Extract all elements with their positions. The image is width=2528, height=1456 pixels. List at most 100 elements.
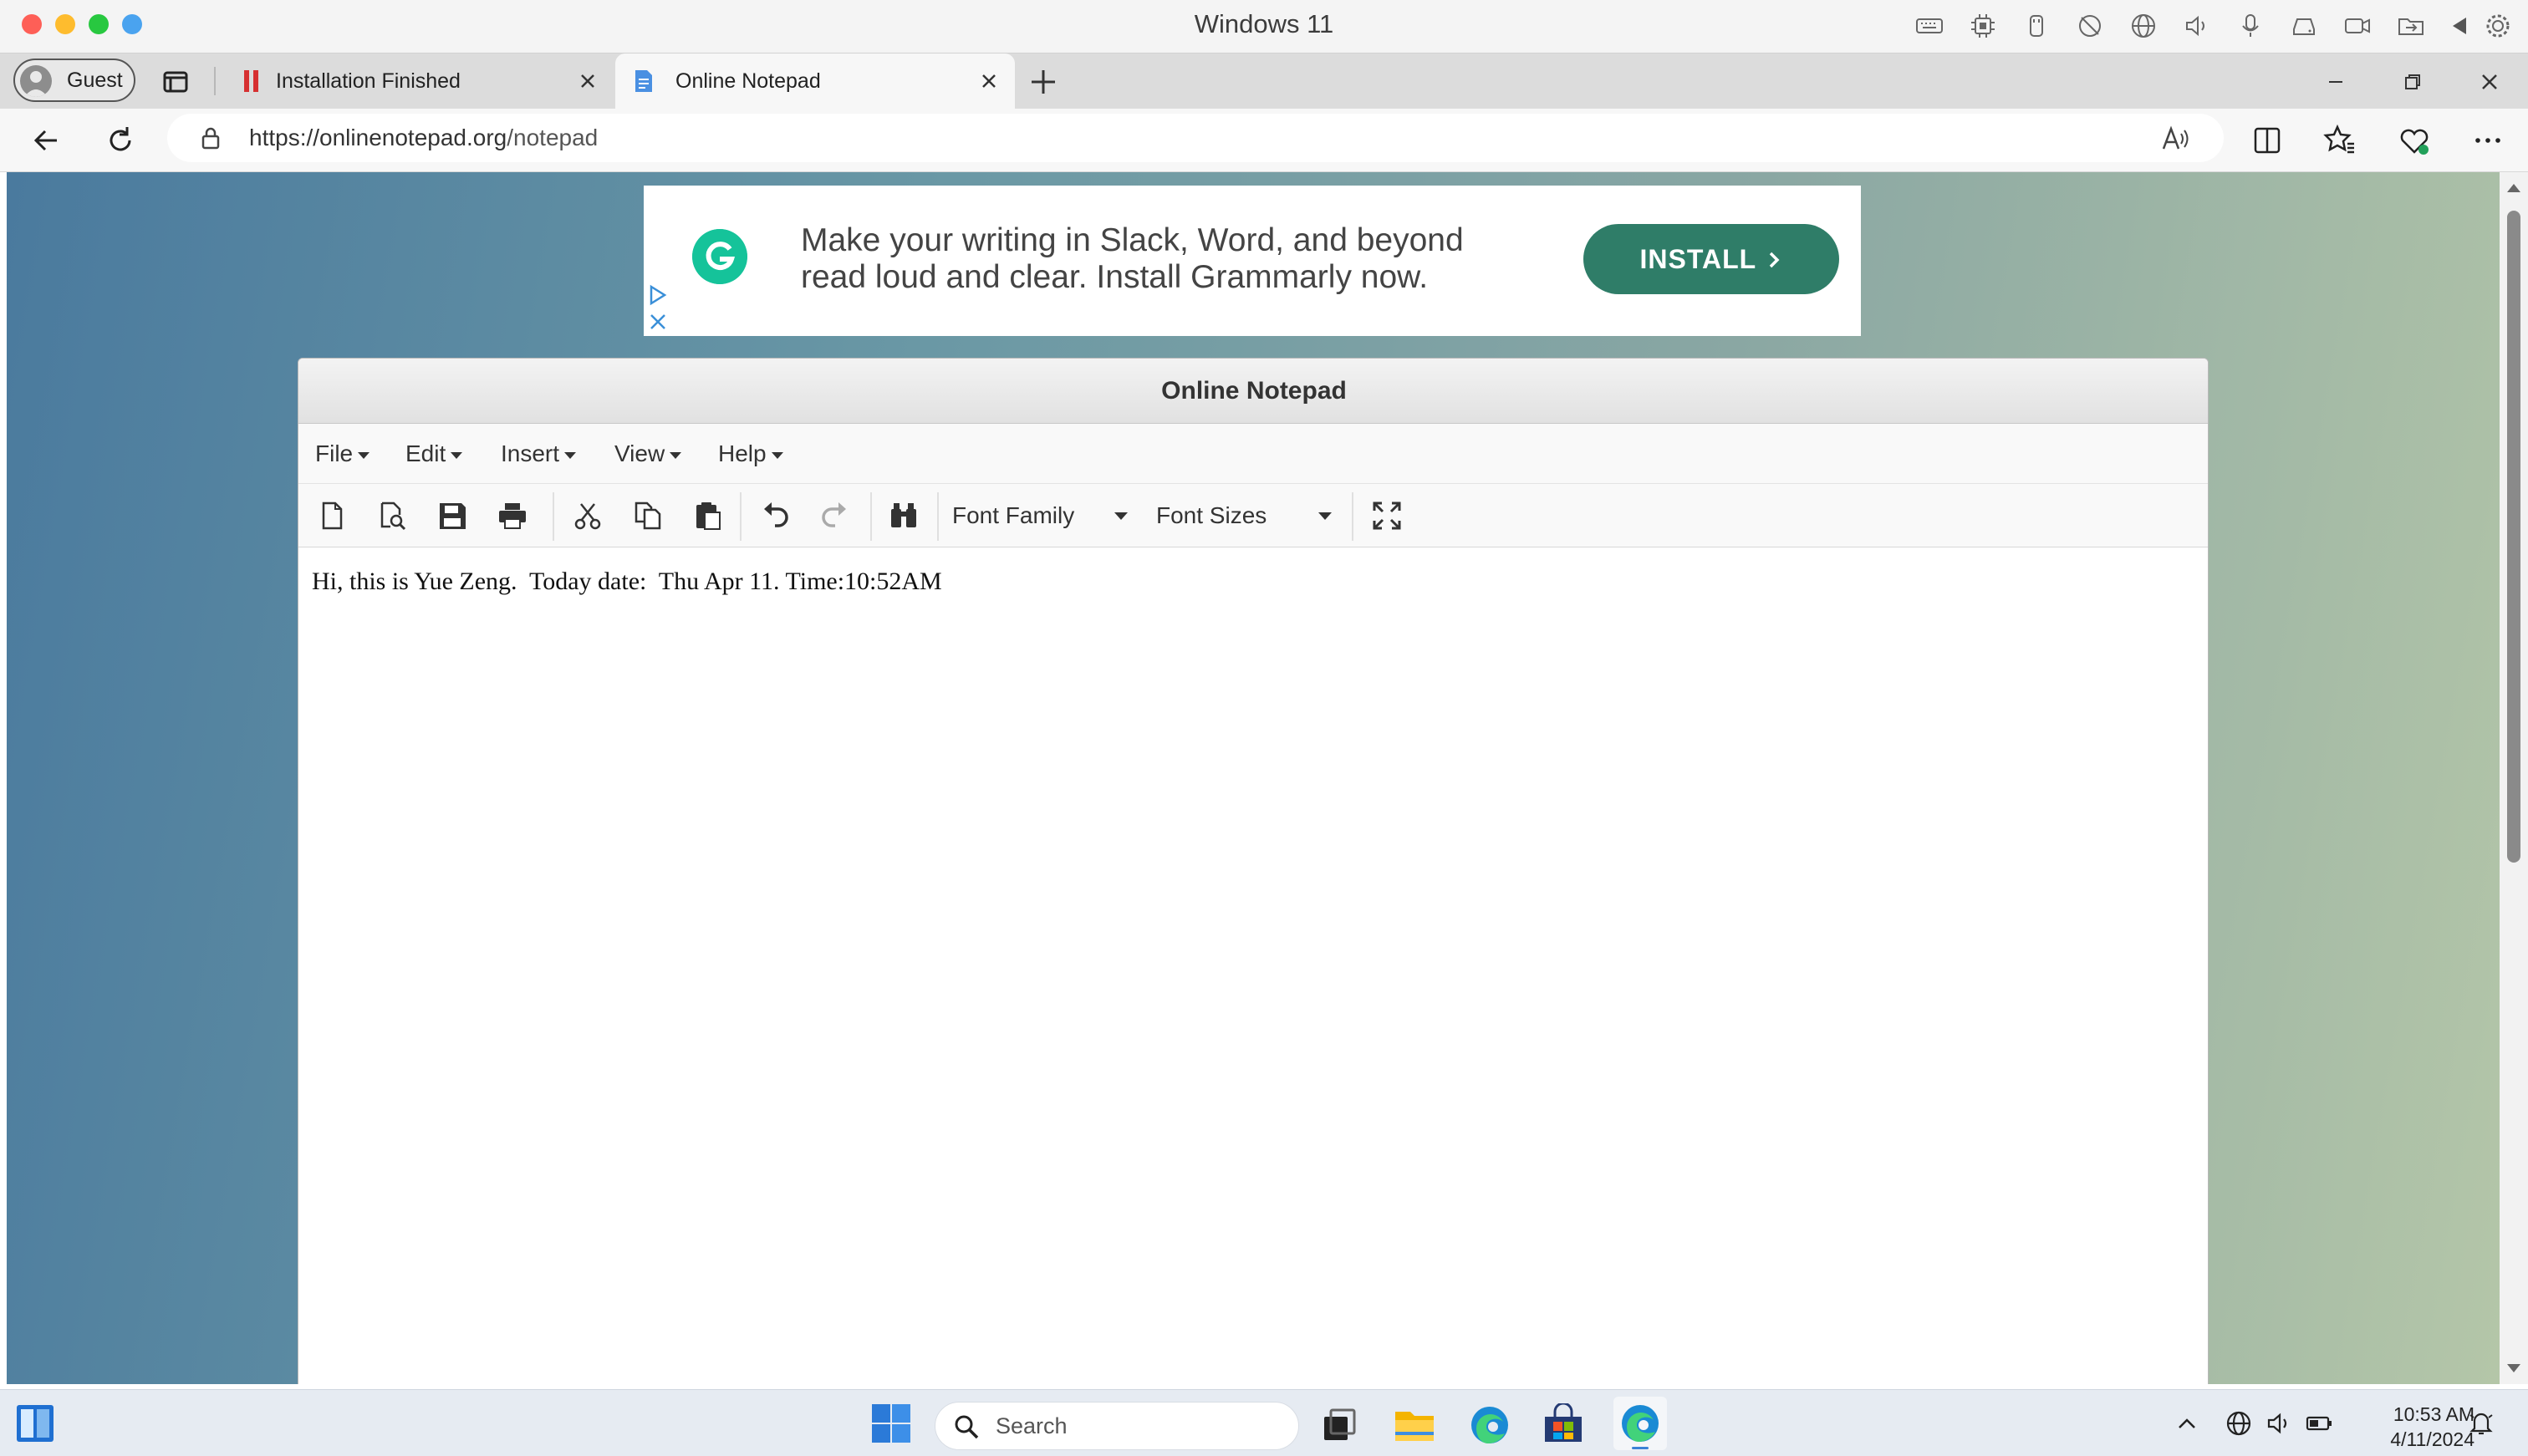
menu-help[interactable]: Help <box>718 424 783 484</box>
cpu-icon[interactable] <box>1968 11 1998 41</box>
new-tab-icon[interactable] <box>1027 65 1060 99</box>
taskbar: Search 10:53 AM 4/11/2024 <box>0 1389 2528 1456</box>
tab-actions-icon[interactable] <box>159 65 192 99</box>
cut-icon[interactable] <box>571 499 604 532</box>
scrollbar-thumb[interactable] <box>2507 211 2520 863</box>
tab-strip: Guest Installation Finished Online Notep… <box>0 53 2528 109</box>
menu-label: Help <box>718 440 767 466</box>
profile-label: Guest <box>67 69 123 92</box>
keyboard-icon[interactable] <box>1914 11 1944 41</box>
document-icon <box>630 68 657 94</box>
clock-date[interactable]: 4/11/2024 <box>2357 1428 2474 1451</box>
read-aloud-icon[interactable] <box>2160 124 2190 154</box>
microphone-icon[interactable] <box>2235 11 2266 41</box>
task-view-icon[interactable] <box>1318 1403 1361 1447</box>
undo-icon[interactable] <box>758 499 792 532</box>
close-tab-icon[interactable] <box>975 67 1003 95</box>
back-triangle-icon[interactable] <box>2444 11 2474 41</box>
save-icon[interactable] <box>436 499 469 532</box>
scroll-up-icon[interactable] <box>2507 184 2520 192</box>
favorites-icon[interactable] <box>2322 122 2359 159</box>
toolbar-separator <box>870 492 872 541</box>
new-file-icon[interactable] <box>315 499 349 532</box>
shared-folder-icon[interactable] <box>2396 11 2426 41</box>
menu-label: Edit <box>405 440 446 466</box>
taskbar-search[interactable]: Search <box>935 1402 1299 1450</box>
grammarly-ad-banner[interactable]: Make your writing in Slack, Word, and be… <box>644 186 1861 336</box>
install-button[interactable]: INSTALL <box>1583 224 1839 294</box>
more-options-icon[interactable] <box>2469 122 2506 159</box>
disk-drive-icon[interactable] <box>2289 11 2319 41</box>
close-ad-icon[interactable] <box>647 311 669 333</box>
microsoft-store-icon[interactable] <box>1542 1403 1585 1447</box>
adchoices-icon[interactable] <box>647 284 669 306</box>
speaker-icon[interactable] <box>2182 11 2212 41</box>
tab-online-notepad[interactable]: Online Notepad <box>615 53 1015 109</box>
font-family-label: Font Family <box>952 502 1075 528</box>
lock-icon[interactable] <box>197 125 224 151</box>
file-explorer-icon[interactable] <box>1393 1403 1436 1447</box>
widgets-icon[interactable] <box>13 1402 57 1445</box>
toolbar: Font Family Font Sizes <box>298 484 2208 547</box>
scroll-down-icon[interactable] <box>2507 1364 2520 1372</box>
url-host: https://onlinenotepad.org <box>249 125 507 150</box>
chevron-up-icon[interactable] <box>2174 1410 2200 1437</box>
navigation-bar: https://onlinenotepad.org/notepad <box>0 109 2528 172</box>
tab-divider <box>214 67 216 95</box>
network-globe-icon[interactable] <box>2224 1408 2254 1438</box>
globe-icon[interactable] <box>2128 11 2158 41</box>
caret-down-icon <box>670 451 682 459</box>
toolbar-separator <box>740 492 742 541</box>
close-tab-icon[interactable] <box>573 67 602 95</box>
start-windows-icon[interactable] <box>869 1402 913 1445</box>
notepad-text-area[interactable]: Hi, this is Yue Zeng. Today date: Thu Ap… <box>312 568 942 596</box>
volume-icon[interactable] <box>2264 1408 2294 1438</box>
paste-icon[interactable] <box>691 499 725 532</box>
edge-browser-icon[interactable] <box>1468 1403 1511 1447</box>
battery-icon[interactable] <box>2304 1408 2334 1438</box>
font-sizes-label: Font Sizes <box>1156 502 1267 528</box>
find-binoculars-icon[interactable] <box>887 499 920 532</box>
clock-time[interactable]: 10:53 AM <box>2357 1403 2474 1426</box>
copy-icon[interactable] <box>631 499 665 532</box>
no-camera-icon[interactable] <box>2075 11 2105 41</box>
back-arrow-icon[interactable] <box>28 122 65 159</box>
open-file-icon[interactable] <box>375 499 409 532</box>
fullscreen-icon[interactable] <box>1370 499 1404 532</box>
toolbar-separator <box>553 492 554 541</box>
url-path: /notepad <box>507 125 599 150</box>
minimize-icon[interactable] <box>2319 65 2352 99</box>
address-bar[interactable]: https://onlinenotepad.org/notepad <box>167 114 2224 162</box>
notifications-icon[interactable] <box>2466 1408 2496 1438</box>
menu-file[interactable]: File <box>315 424 370 484</box>
menu-insert[interactable]: Insert <box>501 424 577 484</box>
edge-active-icon[interactable] <box>1613 1397 1667 1450</box>
url-text[interactable]: https://onlinenotepad.org/notepad <box>249 114 598 162</box>
ad-line-1: Make your writing in Slack, Word, and be… <box>801 222 1464 258</box>
menu-view[interactable]: View <box>614 424 682 484</box>
menu-edit[interactable]: Edit <box>405 424 463 484</box>
font-family-dropdown[interactable]: Font Family <box>952 484 1143 547</box>
settings-gear-icon[interactable] <box>2483 11 2513 41</box>
menu-label: File <box>315 440 354 466</box>
caret-down-icon <box>564 451 577 459</box>
browser-essentials-icon[interactable] <box>2396 122 2433 159</box>
caret-down-icon <box>1114 512 1128 520</box>
install-button-label: INSTALL <box>1639 244 1756 274</box>
profile-button[interactable]: Guest <box>13 59 135 102</box>
split-screen-icon[interactable] <box>2249 122 2286 159</box>
ad-text: Make your writing in Slack, Word, and be… <box>801 222 1537 296</box>
camera-icon[interactable] <box>2342 11 2373 41</box>
font-sizes-dropdown[interactable]: Font Sizes <box>1156 484 1347 547</box>
tab-installation-finished[interactable]: Installation Finished <box>219 53 609 109</box>
close-icon[interactable] <box>2473 65 2506 99</box>
menu-label: Insert <box>501 440 560 466</box>
page-scrollbar[interactable] <box>2500 172 2528 1384</box>
print-icon[interactable] <box>496 499 529 532</box>
usb-drive-icon[interactable] <box>2021 11 2051 41</box>
menu-bar: File Edit Insert View Help <box>298 424 2208 484</box>
notepad-title: Online Notepad <box>1161 377 1347 405</box>
restore-icon[interactable] <box>2396 65 2429 99</box>
redo-icon[interactable] <box>818 499 852 532</box>
refresh-icon[interactable] <box>102 122 139 159</box>
